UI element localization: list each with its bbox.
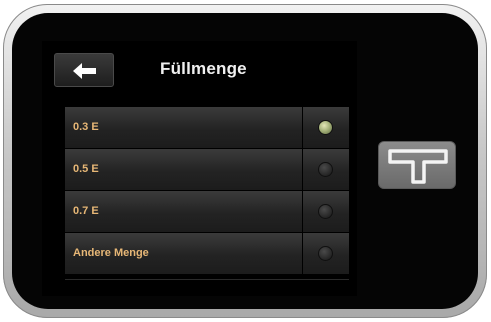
radio-cell[interactable] [303,107,349,148]
back-button[interactable] [54,53,114,87]
t-logo-icon [388,149,448,184]
option-label[interactable]: 0.5 E [65,149,302,190]
radio-unselected-icon[interactable] [318,246,333,261]
radio-unselected-icon[interactable] [318,204,333,219]
radio-unselected-icon[interactable] [318,162,333,177]
radio-cell[interactable] [303,149,349,190]
fill-amount-options: 0.3 E 0.5 E 0.7 E Andere Menge [65,107,349,275]
home-button[interactable] [378,141,456,189]
radio-cell[interactable] [303,191,349,232]
touch-screen: Füllmenge 0.3 E 0.5 E 0.7 E Andere Menge [42,41,357,296]
radio-selected-icon[interactable] [318,120,333,135]
option-label[interactable]: 0.3 E [65,107,302,148]
option-row-0-5[interactable]: 0.5 E [65,149,349,190]
radio-cell[interactable] [303,233,349,274]
list-divider [65,279,349,280]
option-label[interactable]: Andere Menge [65,233,302,274]
device-bezel: Füllmenge 0.3 E 0.5 E 0.7 E Andere Menge [12,13,478,309]
option-row-other[interactable]: Andere Menge [65,233,349,274]
page-title: Füllmenge [160,59,247,78]
option-label[interactable]: 0.7 E [65,191,302,232]
device-frame: Füllmenge 0.3 E 0.5 E 0.7 E Andere Menge [3,4,487,318]
option-row-0-7[interactable]: 0.7 E [65,191,349,232]
option-row-0-3[interactable]: 0.3 E [65,107,349,148]
arrow-left-icon [73,63,96,79]
